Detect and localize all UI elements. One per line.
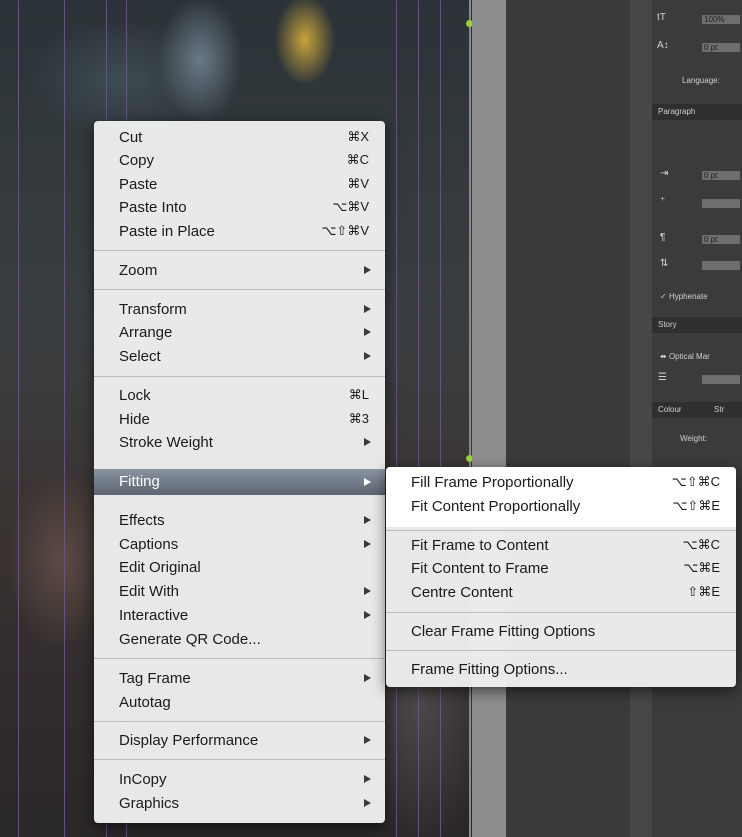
menu-item-paste[interactable]: Paste ⌘V bbox=[94, 174, 385, 196]
optical-margin-label: ⬌ Optical Mar bbox=[660, 352, 710, 361]
drop-icon: ⁺ bbox=[660, 196, 666, 207]
menu-item-captions[interactable]: Captions bbox=[94, 534, 385, 556]
submenu-arrow-icon bbox=[364, 540, 371, 548]
paragraph-tab[interactable]: Paragraph bbox=[652, 104, 742, 120]
submenu-arrow-icon bbox=[364, 438, 371, 446]
menu-item-transform[interactable]: Transform bbox=[94, 299, 385, 321]
menu-item-autotag[interactable]: Autotag bbox=[94, 692, 385, 714]
submenu-arrow-icon bbox=[364, 611, 371, 619]
submenu-arrow-icon bbox=[364, 305, 371, 313]
submenu-arrow-icon bbox=[364, 266, 371, 274]
submenu-arrow-icon bbox=[364, 516, 371, 524]
menu-item-edit-original[interactable]: Edit Original bbox=[94, 557, 385, 579]
menu-separator bbox=[386, 530, 736, 531]
frame-edge bbox=[469, 0, 471, 837]
submenu-arrow-icon bbox=[364, 328, 371, 336]
column-guide bbox=[64, 0, 65, 837]
menu-separator bbox=[94, 289, 385, 290]
language-label: Language: bbox=[682, 76, 720, 85]
menu-item-cut[interactable]: Cut ⌘X bbox=[94, 127, 385, 149]
menu-item-effects[interactable]: Effects bbox=[94, 510, 385, 532]
fitting-submenu: Fill Frame Proportionally ⌥⇧⌘C Fit Conten… bbox=[386, 467, 736, 687]
menu-separator bbox=[94, 376, 385, 377]
submenu-arrow-icon bbox=[364, 352, 371, 360]
space-after-field[interactable] bbox=[702, 261, 740, 270]
menu-item-fill-frame-proportionally[interactable]: Fill Frame Proportionally ⌥⇧⌘C bbox=[386, 472, 736, 494]
menu-item-graphics[interactable]: Graphics bbox=[94, 793, 385, 815]
baseline-field[interactable]: 0 pt bbox=[702, 43, 740, 52]
font-size-icon: tT bbox=[657, 12, 666, 23]
menu-separator bbox=[94, 250, 385, 251]
menu-item-interactive[interactable]: Interactive bbox=[94, 605, 385, 627]
menu-item-stroke-weight[interactable]: Stroke Weight bbox=[94, 432, 385, 454]
properties-panel: tT 100% A↕ 0 pt Language: Paragraph ⇥ 0 … bbox=[652, 0, 742, 837]
menu-separator bbox=[386, 612, 736, 613]
submenu-arrow-icon bbox=[364, 799, 371, 807]
submenu-arrow-icon bbox=[364, 478, 371, 486]
menu-item-clear-frame-fitting-options[interactable]: Clear Frame Fitting Options bbox=[386, 621, 736, 643]
scrollbar-strip[interactable] bbox=[630, 0, 652, 837]
menu-item-arrange[interactable]: Arrange bbox=[94, 322, 385, 344]
menu-item-fit-content-to-frame[interactable]: Fit Content to Frame ⌥⌘E bbox=[386, 558, 736, 580]
menu-item-edit-with[interactable]: Edit With bbox=[94, 581, 385, 603]
menu-item-paste-into[interactable]: Paste Into ⌥⌘V bbox=[94, 197, 385, 219]
menu-separator bbox=[386, 650, 736, 651]
indent-field[interactable]: 0 pt bbox=[702, 171, 740, 180]
hyphenate-checkbox[interactable]: ✓ Hyphenate bbox=[660, 292, 708, 301]
menu-separator bbox=[94, 658, 385, 659]
menu-item-generate-qr-code[interactable]: Generate QR Code... bbox=[94, 629, 385, 651]
menu-item-zoom[interactable]: Zoom bbox=[94, 260, 385, 282]
column-guide bbox=[396, 0, 397, 837]
colour-tab[interactable]: Colour Str bbox=[652, 402, 742, 418]
menu-separator bbox=[94, 721, 385, 722]
spacer-icon: ⇅ bbox=[660, 258, 669, 269]
baseline-icon: A↕ bbox=[657, 40, 669, 51]
menu-item-frame-fitting-options[interactable]: Frame Fitting Options... bbox=[386, 659, 736, 681]
menu-item-paste-in-place[interactable]: Paste in Place ⌥⇧⌘V bbox=[94, 221, 385, 243]
context-menu: Cut ⌘X Copy ⌘C Paste ⌘V Paste Into ⌥⌘V Paste… bbox=[94, 121, 385, 823]
menu-item-copy[interactable]: Copy ⌘C bbox=[94, 150, 385, 172]
submenu-arrow-icon bbox=[364, 736, 371, 744]
scale-field[interactable]: 100% bbox=[702, 15, 740, 24]
menu-item-hide[interactable]: Hide ⌘3 bbox=[94, 409, 385, 431]
column-guide bbox=[418, 0, 419, 837]
menu-item-fitting[interactable]: Fitting bbox=[94, 469, 385, 495]
menu-item-centre-content[interactable]: Centre Content ⇧⌘E bbox=[386, 582, 736, 604]
space-before-field[interactable]: 0 pt bbox=[702, 235, 740, 244]
menu-item-display-performance[interactable]: Display Performance bbox=[94, 730, 385, 752]
column-guide bbox=[18, 0, 19, 837]
indent-icon: ⇥ bbox=[660, 168, 669, 179]
pasteboard bbox=[472, 0, 506, 837]
space-field[interactable] bbox=[702, 199, 740, 208]
weight-label: Weight: bbox=[680, 434, 707, 443]
menu-item-fit-content-proportionally[interactable]: Fit Content Proportionally ⌥⇧⌘E bbox=[386, 496, 736, 518]
submenu-arrow-icon bbox=[364, 674, 371, 682]
submenu-arrow-icon bbox=[364, 587, 371, 595]
optical-size-field[interactable] bbox=[702, 375, 740, 384]
menu-item-select[interactable]: Select bbox=[94, 346, 385, 368]
menu-item-tag-frame[interactable]: Tag Frame bbox=[94, 668, 385, 690]
menu-item-lock[interactable]: Lock ⌘L bbox=[94, 385, 385, 407]
story-tab[interactable]: Story bbox=[652, 317, 742, 333]
menu-item-incopy[interactable]: InCopy bbox=[94, 769, 385, 791]
ruler-icon: ¶ bbox=[660, 232, 666, 243]
submenu-arrow-icon bbox=[364, 775, 371, 783]
menu-item-fit-frame-to-content[interactable]: Fit Frame to Content ⌥⌘C bbox=[386, 535, 736, 557]
column-guide bbox=[440, 0, 441, 837]
story-icon: ☰ bbox=[658, 372, 667, 383]
menu-separator bbox=[94, 759, 385, 760]
